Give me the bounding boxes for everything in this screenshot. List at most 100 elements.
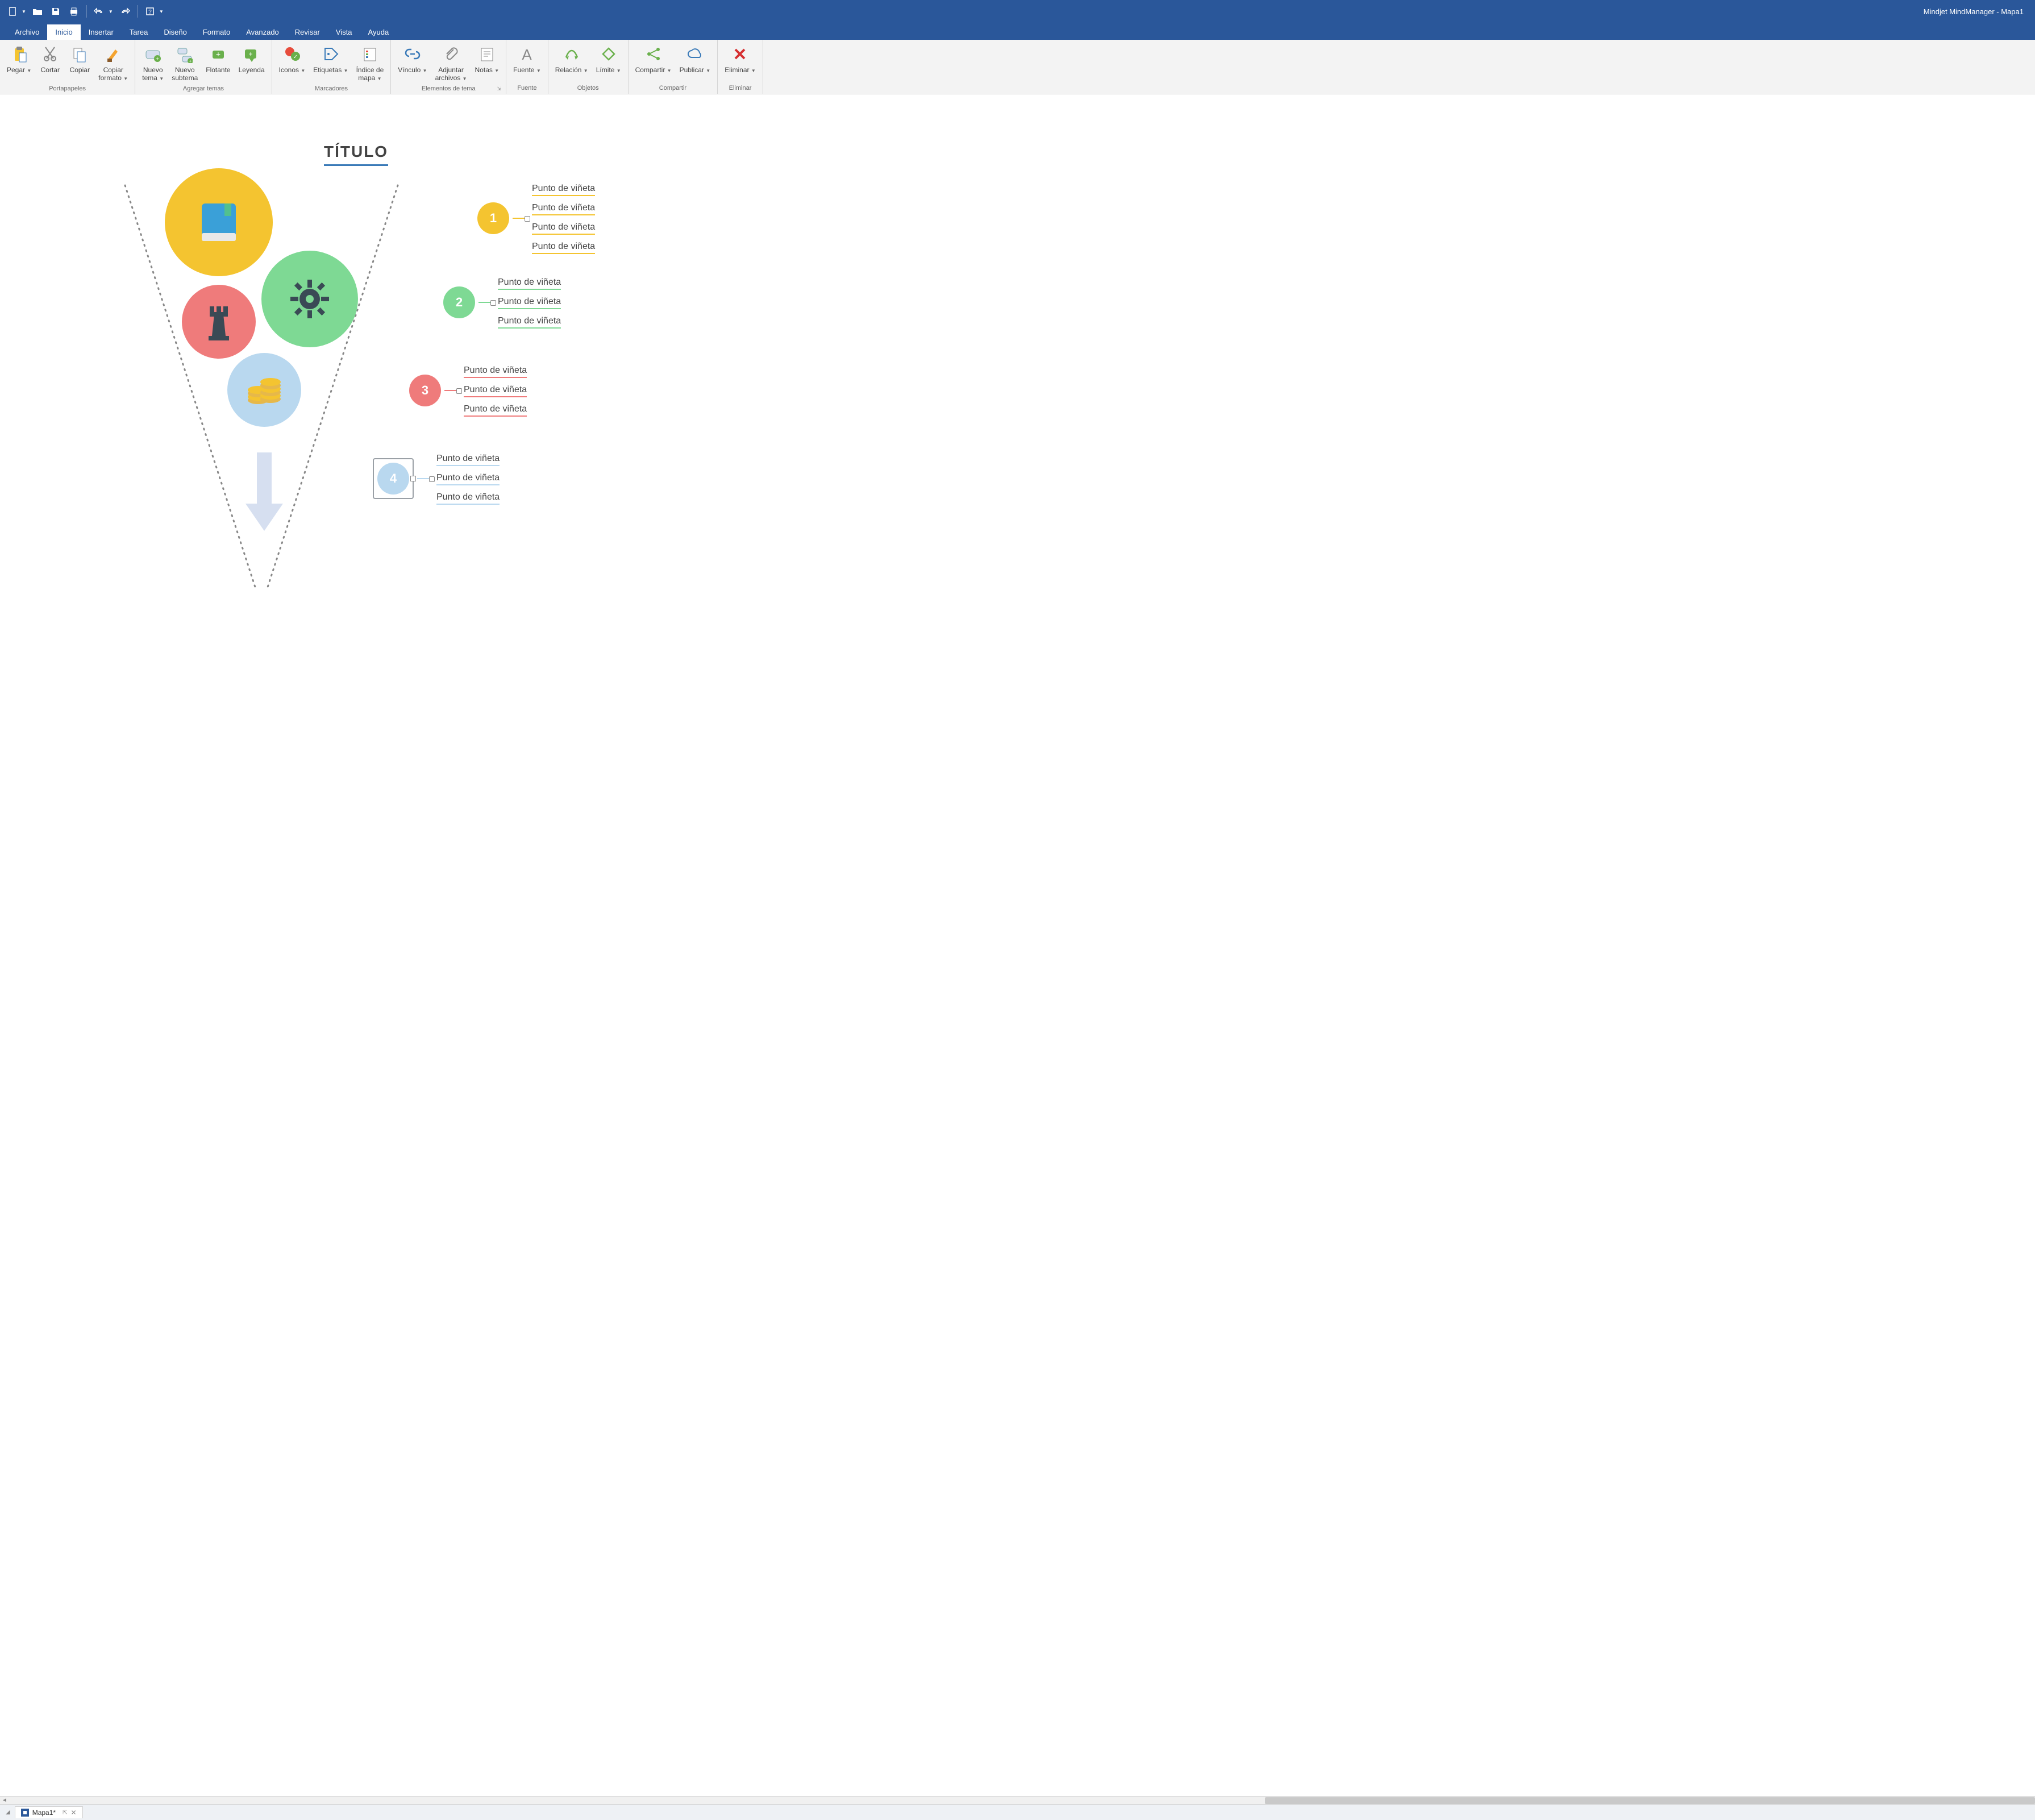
ribbon-group-objetos: Relación ▼Límite ▼Objetos xyxy=(548,40,629,94)
iconos-button[interactable]: ✓ Iconos ▼ xyxy=(277,42,308,75)
section-number[interactable]: 3 xyxy=(409,375,441,406)
document-tab-label: Mapa1* xyxy=(32,1809,56,1817)
boundary-icon xyxy=(601,43,617,66)
funnel-node-rook[interactable] xyxy=(182,285,256,359)
ribbon-group-marcadores: ✓Iconos ▼Etiquetas ▼Índice de mapa ▼Marc… xyxy=(272,40,392,94)
tab-vista[interactable]: Vista xyxy=(328,24,360,40)
tag-icon xyxy=(323,43,339,66)
adjuntar-button[interactable]: Adjuntar archivos ▼ xyxy=(433,42,469,84)
tab-insertar[interactable]: Insertar xyxy=(81,24,122,40)
tab-ayuda[interactable]: Ayuda xyxy=(360,24,397,40)
scroll-left-button[interactable]: ◄ xyxy=(0,1797,9,1804)
ribbon-button-label: Vínculo ▼ xyxy=(398,66,427,74)
ribbon-group-agregar-temas: +Nuevo tema ▼+Nuevo subtema+Flotante+Ley… xyxy=(135,40,272,94)
bullet-item[interactable]: Punto de viñeta xyxy=(498,276,561,290)
document-tab[interactable]: Mapa1* ⇱ ✕ xyxy=(15,1806,83,1818)
ribbon-button-label: Notas ▼ xyxy=(475,66,500,74)
copiar-formato-button[interactable]: Copiar formato ▼ xyxy=(96,42,130,84)
tab-formato[interactable]: Formato xyxy=(195,24,238,40)
ribbon-group-eliminar: Eliminar ▼Eliminar xyxy=(718,40,763,94)
nuevo-tema-button[interactable]: +Nuevo tema ▼ xyxy=(140,42,166,84)
bullet-item[interactable]: Punto de viñeta xyxy=(464,403,527,417)
bullet-item[interactable]: Punto de viñeta xyxy=(532,221,595,235)
help-dropdown-icon[interactable]: ▼ xyxy=(159,9,164,14)
new-file-dropdown-icon[interactable]: ▼ xyxy=(22,9,26,14)
funnel-node-gear[interactable] xyxy=(261,251,358,347)
map-title[interactable]: TÍTULO xyxy=(324,143,388,166)
bullet-item[interactable]: Punto de viñeta xyxy=(532,182,595,196)
leyenda-button[interactable]: +Leyenda xyxy=(236,42,267,75)
bullet-item[interactable]: Punto de viñeta xyxy=(498,315,561,329)
copiar-button[interactable]: Copiar xyxy=(66,42,93,75)
tab-diseño[interactable]: Diseño xyxy=(156,24,194,40)
ribbon-button-label: Iconos ▼ xyxy=(279,66,306,74)
bullet-item[interactable]: Punto de viñeta xyxy=(464,384,527,397)
help-button[interactable]: ? xyxy=(142,3,158,19)
ribbon-button-label: Eliminar ▼ xyxy=(725,66,756,74)
quick-access-toolbar: ▼ ▼ ?▼ xyxy=(5,3,165,19)
scroll-track[interactable] xyxy=(9,1797,2035,1804)
bullet-item[interactable]: Punto de viñeta xyxy=(498,296,561,309)
publicar-button[interactable]: Publicar ▼ xyxy=(677,42,713,75)
etiquetas-button[interactable]: Etiquetas ▼ xyxy=(311,42,350,75)
redo-button[interactable] xyxy=(116,3,132,19)
canvas-scroll[interactable]: TÍTULO xyxy=(0,94,2035,1796)
section-1[interactable]: 1 Punto de viñeta Punto de viñeta Punto de … xyxy=(477,182,595,254)
map-canvas[interactable]: TÍTULO xyxy=(0,94,661,560)
bullet-list: Punto de viñeta Punto de viñeta Punto de v… xyxy=(498,276,561,329)
section-number-selected[interactable]: 4 xyxy=(373,458,414,499)
funnel-node-coins[interactable] xyxy=(227,353,301,427)
tab-inicio[interactable]: Inicio xyxy=(47,24,80,40)
icons-icon: ✓ xyxy=(284,43,300,66)
section-2[interactable]: 2Punto de viñetaPunto de viñetaPunto de … xyxy=(443,276,561,329)
new-file-button[interactable] xyxy=(5,3,20,19)
bullet-item[interactable]: Punto de viñeta xyxy=(436,472,500,485)
cortar-button[interactable]: Cortar xyxy=(37,42,63,75)
horizontal-scrollbar[interactable]: ◄ xyxy=(0,1796,2035,1804)
gear-icon xyxy=(287,276,332,322)
section-number[interactable]: 1 xyxy=(477,202,509,234)
ribbon-group-fuente: AFuente ▼Fuente xyxy=(506,40,548,94)
section-3[interactable]: 3 Punto de viñeta Punto de viñeta Punto de … xyxy=(409,364,527,417)
fuente-button[interactable]: AFuente ▼ xyxy=(511,42,543,75)
nuevo-subtema-button[interactable]: +Nuevo subtema xyxy=(169,42,200,84)
connector-line xyxy=(478,302,494,303)
open-file-button[interactable] xyxy=(30,3,45,19)
compartir-button[interactable]: Compartir ▼ xyxy=(633,42,674,75)
tab-revisar[interactable]: Revisar xyxy=(287,24,328,40)
dropdown-icon: ▼ xyxy=(27,68,31,73)
group-launcher-icon[interactable]: ⇲ xyxy=(497,86,502,92)
tab-tarea[interactable]: Tarea xyxy=(122,24,156,40)
section-4[interactable]: 4 Punto de viñeta Punto de viñeta Punto de … xyxy=(373,452,500,505)
limite-button[interactable]: Límite ▼ xyxy=(594,42,623,75)
bullet-item[interactable]: Punto de viñeta xyxy=(532,202,595,215)
bullet-item[interactable]: Punto de viñeta xyxy=(464,364,527,378)
indice-button[interactable]: Índice de mapa ▼ xyxy=(354,42,386,84)
section-number[interactable]: 2 xyxy=(443,286,475,318)
bullet-item[interactable]: Punto de viñeta xyxy=(436,491,500,505)
index-icon xyxy=(362,43,378,66)
doc-tabs-expand-icon[interactable]: ◢ xyxy=(3,1809,13,1815)
relacion-button[interactable]: Relación ▼ xyxy=(553,42,590,75)
notas-button[interactable]: Notas ▼ xyxy=(473,42,502,75)
bullet-item[interactable]: Punto de viñeta xyxy=(436,452,500,466)
title-bar: ▼ ▼ ?▼ Mindjet MindManager - Mapa1 xyxy=(0,0,2035,23)
tab-avanzado[interactable]: Avanzado xyxy=(238,24,287,40)
flotante-button[interactable]: +Flotante xyxy=(203,42,232,75)
doc-tab-popout-icon[interactable]: ⇱ xyxy=(63,1810,67,1816)
bullet-item[interactable]: Punto de viñeta xyxy=(532,240,595,254)
eliminar-button[interactable]: Eliminar ▼ xyxy=(722,42,758,75)
cloud-icon xyxy=(687,43,703,66)
print-button[interactable] xyxy=(66,3,82,19)
doc-tab-close-icon[interactable]: ✕ xyxy=(70,1809,76,1817)
vinculo-button[interactable]: Vínculo ▼ xyxy=(396,42,429,75)
coins-icon xyxy=(244,372,284,408)
undo-button[interactable] xyxy=(91,3,107,19)
scroll-thumb[interactable] xyxy=(1265,1797,2035,1804)
svg-text:✓: ✓ xyxy=(293,54,298,60)
undo-dropdown-icon[interactable]: ▼ xyxy=(109,9,113,14)
pegar-button[interactable]: Pegar ▼ xyxy=(5,42,34,75)
tab-archivo[interactable]: Archivo xyxy=(7,24,47,40)
save-button[interactable] xyxy=(48,3,64,19)
funnel-node-book[interactable] xyxy=(165,168,273,276)
